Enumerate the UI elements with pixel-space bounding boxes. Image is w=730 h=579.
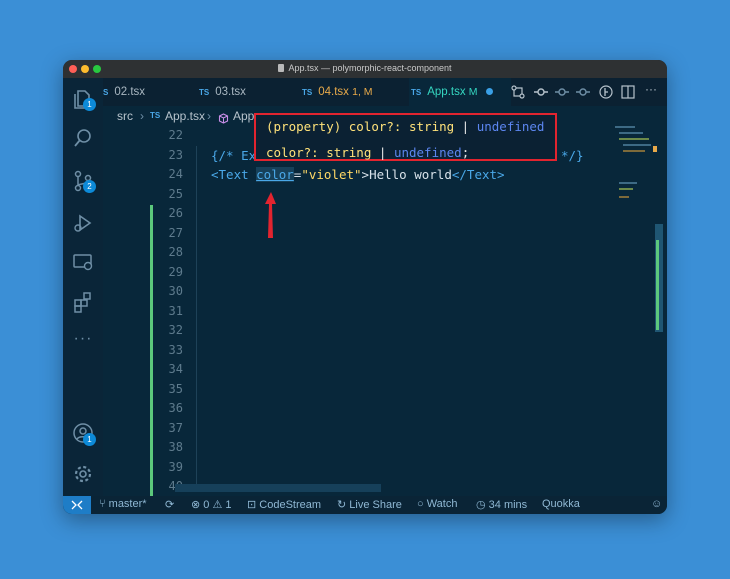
code-line-24[interactable]: <Text color="violet">Hello world</Text> [211, 167, 505, 182]
line-number: 35 [168, 381, 183, 396]
line-number: 36 [168, 401, 183, 415]
line-number: 27 [168, 225, 183, 240]
scrollbar-change-marker [656, 240, 659, 330]
run-debug-icon[interactable] [72, 212, 94, 234]
line-number: 26 [168, 206, 183, 220]
next-change-icon[interactable] [576, 85, 590, 99]
line-number: 33 [168, 342, 183, 357]
more-icon[interactable]: ··· [72, 330, 94, 352]
code-line-23-end[interactable]: */} [561, 148, 584, 163]
symbol-cube-icon [218, 110, 229, 124]
editor-tabs: S 02.tsx TS 03.tsx TS 04.tsx 1, M TS App.tsx… [103, 78, 667, 106]
line-number: 24 [168, 167, 183, 181]
source-control-badge: 2 [83, 180, 96, 193]
clock-icon: ◷ [476, 499, 489, 511]
accounts-badge: 1 [83, 433, 96, 446]
git-added-lines-indicator [150, 205, 153, 496]
feedback-icon[interactable]: ☺ [651, 498, 662, 510]
line-number: 25 [168, 186, 183, 201]
title-bar: App.tsx — polymorphic-react-component [63, 60, 667, 78]
line-number: 37 [168, 420, 183, 435]
codestream-icon: ⊡ [247, 499, 260, 511]
timeline-commit-icon[interactable] [534, 85, 548, 99]
hover-tooltip: (property) color?: string | undefined co… [254, 113, 557, 161]
branch-icon: ⑂ [99, 498, 109, 510]
remote-indicator[interactable] [63, 496, 91, 514]
source-control-icon[interactable]: 2 [72, 170, 96, 193]
activity-bar: 1 2 ··· 1 [63, 78, 103, 496]
breadcrumb-folder[interactable]: src [117, 106, 133, 126]
previous-change-icon[interactable] [555, 85, 569, 99]
line-number: 22 [168, 128, 183, 142]
editor-window: App.tsx — polymorphic-react-component 1 … [63, 60, 667, 514]
line-number: 32 [168, 323, 183, 337]
line-number-gutter: 22 23 24 25 26 27 28 29 30 31 32 33 34 3… [103, 126, 191, 493]
breadcrumb-file[interactable]: App.tsx [165, 106, 205, 126]
line-number: 29 [168, 264, 183, 279]
minimap[interactable] [613, 126, 657, 206]
watch-icon: ○ [417, 498, 427, 510]
time-status[interactable]: ◷ 34 mins [476, 498, 527, 511]
indent-guide [196, 146, 197, 491]
status-bar: ⑂ master* ⟳ ⊗ 0 ⚠ 1 ⊡ CodeStream ↻ Live … [63, 496, 667, 514]
problems-status[interactable]: ⊗ 0 ⚠ 1 [191, 498, 232, 511]
line-number: 34 [168, 362, 183, 376]
more-actions-icon[interactable]: ··· [645, 82, 659, 96]
search-icon[interactable] [72, 127, 94, 149]
settings-gear-icon[interactable] [72, 463, 94, 485]
line-number: 31 [168, 303, 183, 318]
error-icon: ⊗ [191, 499, 204, 511]
codestream-status[interactable]: ⊡ CodeStream [247, 498, 321, 511]
tab-app[interactable]: TS App.tsx M [409, 78, 511, 106]
code-line-23[interactable]: {/* Ex [211, 148, 256, 163]
breadcrumb-separator: › [140, 109, 144, 123]
color-attribute[interactable]: color [256, 167, 294, 182]
sync-icon[interactable]: ⟳ [165, 498, 174, 511]
line-number: 38 [168, 440, 183, 454]
hover-signature: (property) color?: string | undefined [266, 119, 545, 134]
watch-status[interactable]: ○ Watch [417, 498, 457, 510]
liveshare-status[interactable]: ↻ Live Share [337, 498, 402, 511]
line-number: 23 [168, 147, 183, 162]
breadcrumb-separator: › [207, 109, 211, 123]
liveshare-icon: ↻ [337, 499, 350, 511]
branch-status[interactable]: ⑂ master* [99, 498, 147, 510]
open-changes-icon[interactable] [511, 85, 525, 99]
annotation-arrow-icon [265, 192, 276, 238]
unsaved-dot-icon[interactable] [485, 88, 493, 95]
horizontal-scrollbar[interactable] [175, 484, 381, 492]
tab-04[interactable]: TS 04.tsx 1, M [302, 78, 402, 106]
accounts-icon[interactable]: 1 [72, 422, 96, 446]
tab-02[interactable]: S 02.tsx [103, 78, 193, 106]
file-icon [278, 64, 285, 72]
quokka-status[interactable]: Quokka [542, 498, 580, 510]
hover-declaration: color?: string | undefined; [266, 145, 470, 160]
window-title: App.tsx — polymorphic-react-component [63, 63, 667, 73]
tab-03[interactable]: TS 03.tsx [199, 78, 299, 106]
remote-explorer-icon[interactable] [72, 251, 94, 273]
line-number: 39 [168, 459, 183, 474]
explorer-badge: 1 [83, 98, 96, 111]
line-number: 30 [168, 284, 183, 298]
breadcrumb-symbol[interactable]: App [233, 106, 254, 126]
editor-actions: ··· [507, 78, 667, 106]
extensions-icon[interactable] [72, 291, 94, 313]
split-editor-icon[interactable] [621, 85, 635, 99]
toggle-blame-icon[interactable] [599, 85, 613, 99]
line-number: 28 [168, 245, 183, 259]
warning-icon: ⚠ [212, 499, 226, 511]
breadcrumb-ts-icon: TS [150, 111, 161, 120]
explorer-icon[interactable]: 1 [72, 88, 96, 111]
